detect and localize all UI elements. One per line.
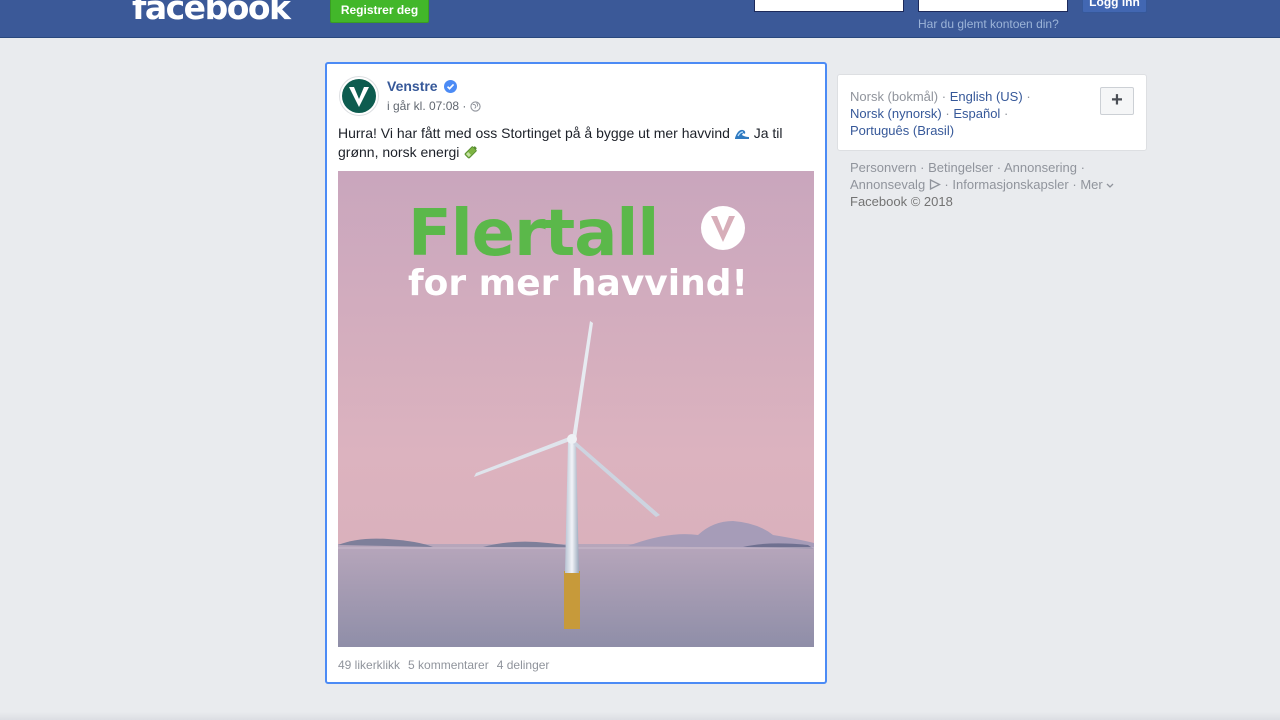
post-card: Venstre i går kl. 07:08 · Hurra! Vi har … (325, 62, 827, 684)
separator: · (996, 160, 1002, 175)
privacy-link[interactable]: Personvern (850, 160, 916, 175)
likes-count[interactable]: 49 likerklikk (338, 658, 400, 672)
shares-count[interactable]: 4 delinger (497, 658, 550, 672)
wave-icon (734, 129, 749, 139)
language-english-us[interactable]: English (US) (950, 89, 1023, 104)
separator: · (945, 106, 950, 121)
email-input[interactable] (754, 0, 904, 12)
image-v-logo-icon (701, 206, 745, 250)
copyright: Facebook © 2018 (850, 194, 953, 209)
comments-count[interactable]: 5 kommentarer (408, 658, 489, 672)
forgot-account-link[interactable]: Har du glemt kontoen din? (918, 17, 1059, 31)
language-espanol[interactable]: Español (953, 106, 1000, 121)
advertising-link[interactable]: Annonsering (1004, 160, 1077, 175)
language-list: Norsk (bokmål) · English (US) · Norsk (n… (850, 88, 1095, 139)
facebook-logo[interactable]: facebook (132, 0, 291, 28)
password-input[interactable] (918, 0, 1068, 12)
post-timestamp[interactable]: i går kl. 07:08 · (387, 99, 466, 113)
register-button[interactable]: Registrer deg (330, 0, 429, 23)
post-meta: i går kl. 07:08 · (387, 99, 482, 113)
post-image[interactable]: Flertall for mer havvind! (338, 171, 814, 647)
top-bar: facebook Registrer deg Logg inn Har du g… (0, 0, 1280, 38)
ad-choices-link[interactable]: Annonsevalg (850, 177, 925, 192)
venstre-logo-icon (342, 79, 376, 113)
separator: · (1003, 106, 1009, 121)
wind-turbine-image: Flertall for mer havvind! (338, 171, 814, 647)
separator: · (920, 160, 925, 175)
ad-choices-icon (929, 178, 941, 191)
verified-badge-icon (443, 79, 457, 93)
post-text-part1: Hurra! Vi har fått med oss Stortinget på… (338, 125, 730, 141)
page-avatar[interactable] (339, 76, 379, 116)
post-text: Hurra! Vi har fått med oss Stortinget på… (338, 124, 808, 162)
separator: · (1080, 160, 1085, 175)
login-button[interactable]: Logg inn (1082, 0, 1147, 13)
more-link[interactable]: Mer (1080, 177, 1102, 192)
add-language-button[interactable]: + (1100, 87, 1134, 115)
battery-icon (464, 146, 478, 159)
language-box: Norsk (bokmål) · English (US) · Norsk (n… (837, 74, 1147, 151)
image-headline-2: for mer havvind! (408, 263, 748, 304)
post-author[interactable]: Venstre (387, 78, 457, 94)
language-norsk-nynorsk[interactable]: Norsk (nynorsk) (850, 106, 942, 121)
post-stats: 49 likerklikk 5 kommentarer 4 delinger (338, 658, 557, 672)
separator: · (944, 177, 949, 192)
cookies-link[interactable]: Informasjonskapsler (952, 177, 1068, 192)
separator: · (1026, 89, 1031, 104)
footer-links: Personvern · Betingelser · Annonsering ·… (850, 159, 1140, 210)
image-headline-1: Flertall (408, 197, 658, 271)
bottom-shade (0, 712, 1280, 720)
author-name[interactable]: Venstre (387, 78, 438, 94)
chevron-down-icon (1106, 183, 1114, 188)
language-portugues-brasil[interactable]: Português (Brasil) (850, 123, 954, 138)
current-language: Norsk (bokmål) (850, 89, 939, 104)
globe-icon (470, 100, 482, 112)
separator: · (1072, 177, 1077, 192)
terms-link[interactable]: Betingelser (928, 160, 993, 175)
separator: · (941, 89, 947, 104)
